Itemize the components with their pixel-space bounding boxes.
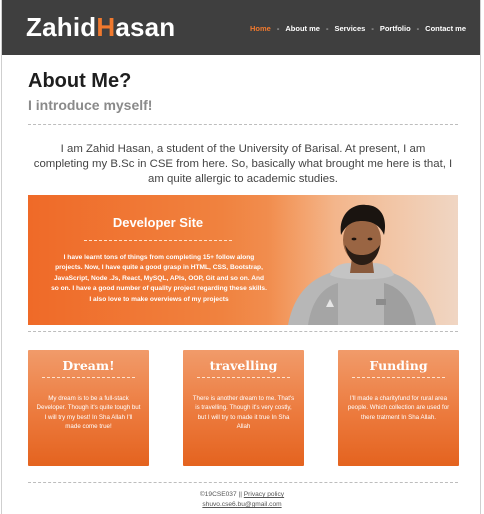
footer-line: ©19CSE037 || Privacy policy xyxy=(2,490,480,500)
card-title: Dream! xyxy=(62,358,115,373)
logo-last-initial: H xyxy=(96,12,116,42)
logo-last-rest: asan xyxy=(115,12,176,42)
card-text: I'll made a charityfund for rural area p… xyxy=(347,395,450,421)
nav-portfolio[interactable]: Portfolio xyxy=(374,24,417,33)
developer-banner: Developer Site I have learnt tons of thi… xyxy=(28,195,458,325)
divider xyxy=(352,377,445,378)
card-text: There is another dream to me. That's is … xyxy=(192,395,295,431)
divider xyxy=(84,240,232,241)
card-dream: Dream! My dream is to be a full-stack De… xyxy=(28,350,149,466)
divider xyxy=(42,377,135,378)
card-title: travelling xyxy=(209,358,278,373)
profile-photo xyxy=(268,195,458,325)
nav-contact-me[interactable]: Contact me xyxy=(419,24,472,33)
logo-first-initial: Z xyxy=(26,12,43,42)
nav-home[interactable]: Home xyxy=(244,24,277,33)
divider xyxy=(197,377,290,378)
footer-line: shuvo.cse6.bu@gmail.com xyxy=(2,500,480,510)
main-nav: Home - About me - Services - Portfolio -… xyxy=(244,24,472,33)
card-title: Funding xyxy=(369,358,428,373)
page: ZahidHasan Home - About me - Services - … xyxy=(1,0,481,514)
nav-about-me[interactable]: About me xyxy=(279,24,326,33)
privacy-policy-link[interactable]: Privacy policy xyxy=(244,491,284,498)
page-title: About Me? xyxy=(28,70,132,92)
card-travelling: travelling There is another dream to me.… xyxy=(183,350,304,466)
page-subtitle: I introduce myself! xyxy=(28,97,153,113)
developer-title: Developer Site xyxy=(112,215,204,230)
site-footer: ©19CSE037 || Privacy policy shuvo.cse6.b… xyxy=(2,490,480,510)
logo-first-rest: ahid xyxy=(42,12,97,42)
card-funding: Funding I'll made a charityfund for rura… xyxy=(338,350,459,466)
card-text: My dream is to be a full-stack Developer… xyxy=(36,395,141,431)
intro-paragraph: I am Zahid Hasan, a student of the Unive… xyxy=(33,143,453,185)
developer-text: I have learnt tons of things from comple… xyxy=(51,254,267,303)
divider xyxy=(28,482,458,483)
copyright-text: ©19CSE037 xyxy=(199,491,237,498)
nav-services[interactable]: Services xyxy=(328,24,371,33)
site-logo[interactable]: ZahidHasan xyxy=(26,12,175,43)
divider xyxy=(28,124,458,125)
site-header: ZahidHasan Home - About me - Services - … xyxy=(2,0,480,55)
divider xyxy=(28,331,458,332)
footer-separator: || xyxy=(238,491,242,498)
email-link[interactable]: shuvo.cse6.bu@gmail.com xyxy=(202,501,281,508)
